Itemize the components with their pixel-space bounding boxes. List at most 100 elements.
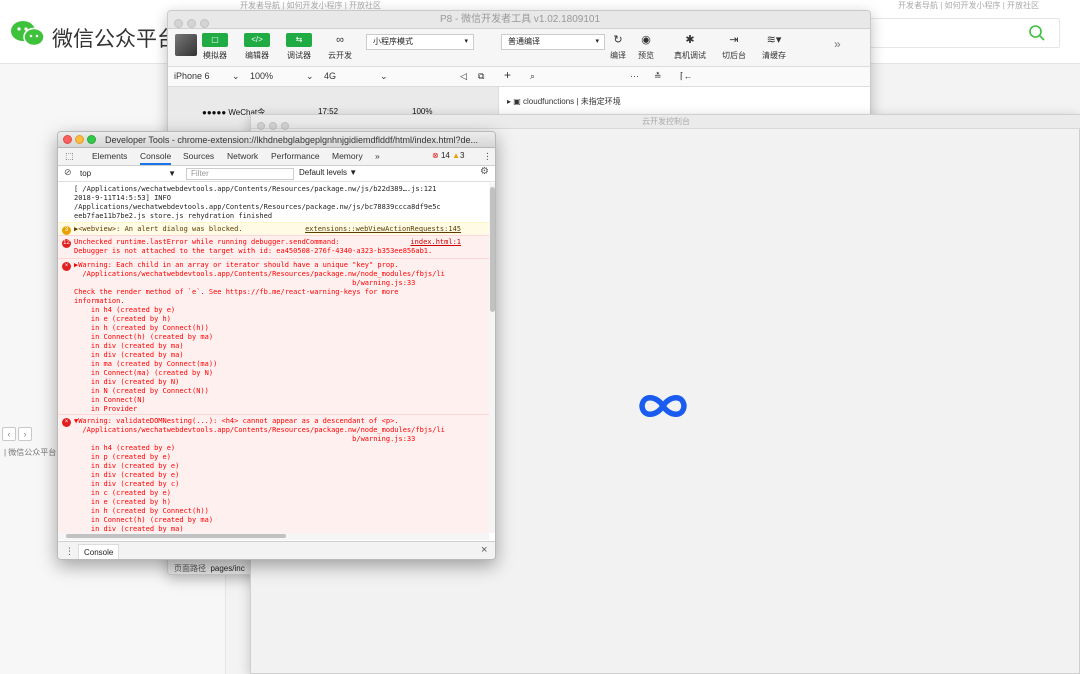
close-icon[interactable]: × bbox=[481, 544, 487, 556]
switch-icon: ⇥ bbox=[729, 34, 739, 46]
clear-console-icon[interactable]: ⊘ bbox=[64, 167, 72, 178]
chrome-devtools-window: Developer Tools - chrome-extension://lkh… bbox=[57, 131, 496, 560]
debug-icon: ⇆ bbox=[286, 33, 312, 47]
debugger-button[interactable]: ⇆ 调试器 bbox=[286, 33, 312, 61]
horizontal-scroll-thumb[interactable] bbox=[66, 534, 286, 538]
real-device-debug-button[interactable]: ✱ 真机调试 bbox=[674, 33, 706, 61]
warning-count-badge: 3 bbox=[62, 226, 71, 235]
background-button[interactable]: ⇥ 切后台 bbox=[722, 33, 746, 61]
avatar[interactable] bbox=[175, 34, 197, 56]
zoom-dot[interactable] bbox=[87, 135, 96, 144]
wechat-logo-icon bbox=[11, 21, 45, 47]
drawer-tab-console[interactable]: Console bbox=[78, 544, 120, 559]
browser-nav: ‹ › bbox=[0, 424, 60, 444]
gear-icon[interactable]: ⚙ bbox=[480, 166, 489, 177]
error-count-badge: 12 bbox=[62, 239, 71, 248]
tab-sources[interactable]: Sources bbox=[183, 151, 214, 161]
issue-counter[interactable]: ⊗ 14 ▲3 bbox=[432, 151, 464, 160]
chevron-down-icon[interactable]: ⌄ bbox=[306, 71, 314, 82]
minimize-dot[interactable] bbox=[75, 135, 84, 144]
more-dots-icon[interactable]: ··· bbox=[630, 71, 639, 81]
add-icon[interactable]: + bbox=[504, 68, 511, 82]
clear-cache-button[interactable]: ≋▾ 清缓存 bbox=[762, 33, 786, 61]
code-icon: </> bbox=[244, 33, 270, 47]
device-select[interactable]: iPhone 6 bbox=[174, 71, 210, 81]
file-tree-item[interactable]: ▸ ▣ cloudfunctions | 未指定环境 bbox=[498, 87, 870, 117]
error-icon: × bbox=[62, 418, 71, 427]
window-controls[interactable] bbox=[63, 135, 99, 146]
search-icon[interactable]: ⌕ bbox=[530, 71, 535, 82]
close-dot[interactable] bbox=[174, 19, 183, 28]
compile-mode-select[interactable]: 普通编译 ▾ bbox=[501, 34, 605, 50]
error-icon: ⊗ bbox=[432, 151, 439, 160]
chevron-down-icon: ▾ bbox=[595, 38, 599, 45]
log-levels-select[interactable]: Default levels ▼ bbox=[299, 168, 357, 177]
menu-dots-icon[interactable]: ⋮ bbox=[483, 151, 492, 162]
chevron-down-icon: ▼ bbox=[168, 169, 176, 178]
devtools-title: Developer Tools - chrome-extension://lkh… bbox=[58, 132, 495, 148]
tab-more[interactable]: » bbox=[375, 151, 380, 161]
refresh-icon: ↻ bbox=[613, 34, 623, 46]
brand-title: 微信公众平台 bbox=[52, 27, 178, 51]
devtools-tab-bar: ⬚ Elements Console Sources Network Perfo… bbox=[58, 148, 495, 166]
cloud-console-title: 云开发控制台 bbox=[251, 115, 1080, 129]
cloud-loading-icon bbox=[639, 395, 687, 417]
layers-icon: ≋▾ bbox=[766, 34, 782, 46]
tab-elements[interactable]: Elements bbox=[92, 151, 127, 161]
preview-button[interactable]: ◉ 预览 bbox=[638, 33, 654, 61]
browser-tab-label[interactable]: | 微信公众平台 bbox=[0, 447, 56, 458]
scroll-thumb[interactable] bbox=[490, 187, 495, 312]
zoom-dot[interactable] bbox=[200, 19, 209, 28]
console-drawer: ⋮ Console × bbox=[58, 541, 495, 559]
context-select[interactable]: top ▼ bbox=[80, 168, 180, 180]
tab-console[interactable]: Console bbox=[140, 151, 172, 165]
console-error[interactable]: × ▼Warning: validateDOMNesting(...): <h4>… bbox=[58, 414, 489, 533]
sort-icon[interactable]: ≛ bbox=[654, 71, 662, 82]
minimize-dot[interactable] bbox=[187, 19, 196, 28]
console-output: [ /Applications/wechatwebdevtools.app/Co… bbox=[58, 183, 489, 533]
window-icon[interactable]: ⧉ bbox=[478, 71, 484, 82]
tab-network[interactable]: Network bbox=[227, 151, 258, 161]
console-error[interactable]: 12 Unchecked runtime.lastError while runn… bbox=[58, 235, 489, 258]
close-dot[interactable] bbox=[257, 122, 265, 130]
back-icon[interactable]: ‹ bbox=[2, 427, 16, 441]
mode-select[interactable]: 小程序模式 ▾ bbox=[366, 34, 474, 50]
source-link[interactable]: index.html:1 bbox=[410, 238, 461, 247]
console-message: [ /Applications/wechatwebdevtools.app/Co… bbox=[74, 185, 441, 220]
chevron-right-icon: ▸ ▣ bbox=[507, 97, 524, 106]
forward-icon[interactable]: › bbox=[18, 427, 32, 441]
phone-icon: ▢ bbox=[202, 33, 228, 47]
cloud-icon: ∞ bbox=[336, 34, 344, 46]
search-icon[interactable] bbox=[1028, 24, 1046, 42]
toolbar: ▢ 模拟器 </> 编辑器 ⇆ 调试器 ∞ 云开发 小程序模式 ▾ 普通编译 ▾ ↻ 编译 ◉… bbox=[168, 29, 870, 67]
filter-input[interactable]: Filter bbox=[186, 168, 294, 180]
eye-icon: ◉ bbox=[641, 34, 651, 46]
zoom-select[interactable]: 100% bbox=[250, 71, 273, 81]
more-icon[interactable]: » bbox=[834, 37, 841, 51]
bug-icon: ✱ bbox=[685, 34, 695, 46]
inspect-icon[interactable]: ⬚ bbox=[65, 151, 74, 162]
device-bar: iPhone 6 ⌄ 100% ⌄ 4G ⌄ ◁ ⧉ + ⌕ ··· ≛ ⌈← bbox=[168, 67, 870, 87]
network-select[interactable]: 4G bbox=[324, 71, 336, 81]
minimize-dot[interactable] bbox=[269, 122, 277, 130]
warning-icon: ▲ bbox=[452, 151, 460, 160]
chevron-down-icon[interactable]: ⌄ bbox=[232, 71, 240, 82]
chevron-down-icon[interactable]: ⌄ bbox=[380, 71, 388, 82]
simulator-button[interactable]: ▢ 模拟器 bbox=[202, 33, 228, 61]
zoom-dot[interactable] bbox=[281, 122, 289, 130]
close-dot[interactable] bbox=[63, 135, 72, 144]
cloud-button[interactable]: ∞ 云开发 bbox=[328, 33, 352, 61]
tab-performance[interactable]: Performance bbox=[271, 151, 320, 161]
source-link[interactable]: extensions::webViewActionRequests:145 bbox=[305, 225, 461, 234]
compile-button[interactable]: ↻ 编译 bbox=[610, 33, 626, 61]
tab-memory[interactable]: Memory bbox=[332, 151, 363, 161]
editor-button[interactable]: </> 编辑器 bbox=[244, 33, 270, 61]
top-links-right[interactable]: 开发者导航 | 如何开发小程序 | 开放社区 bbox=[898, 0, 1039, 11]
volume-icon[interactable]: ◁ bbox=[460, 71, 467, 82]
collapse-icon[interactable]: ⌈← bbox=[680, 71, 693, 82]
chevron-down-icon: ▾ bbox=[464, 38, 468, 45]
console-error[interactable]: × ▶Warning: Each child in an array or ite… bbox=[58, 258, 489, 416]
error-icon: × bbox=[62, 262, 71, 271]
console-filter-bar: ⊘ top ▼ Filter Default levels ▼ ⚙ bbox=[58, 166, 495, 182]
drawer-menu-icon[interactable]: ⋮ bbox=[65, 546, 74, 557]
